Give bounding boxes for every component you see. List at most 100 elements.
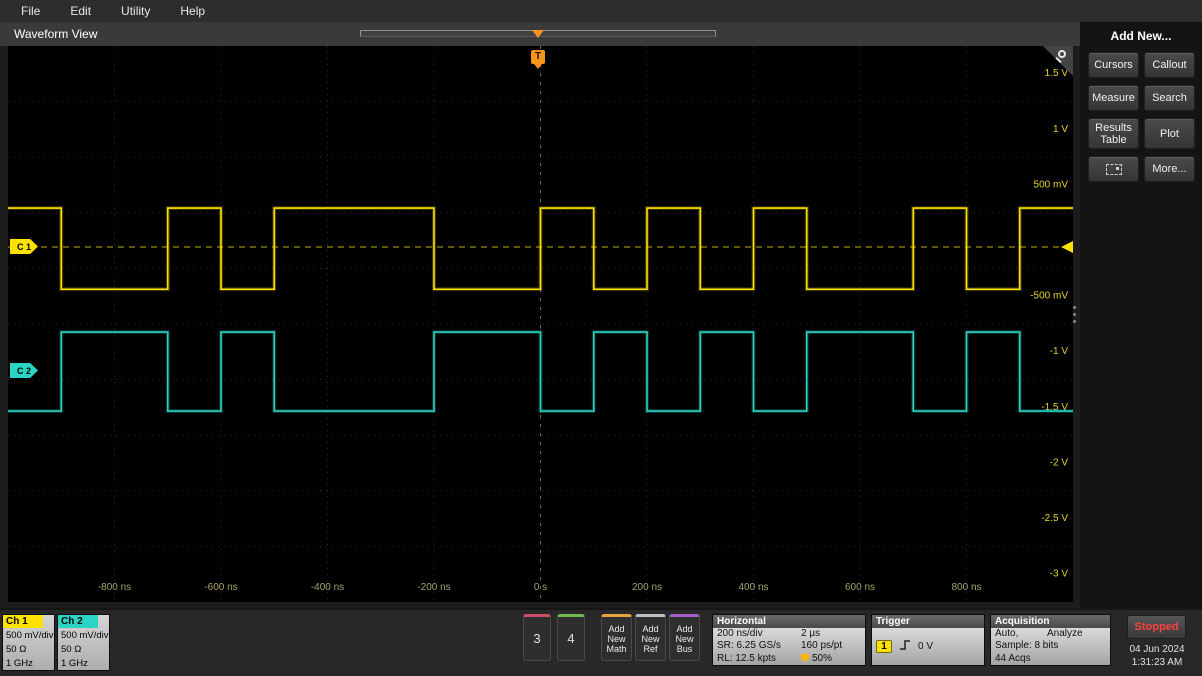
add-new-math-line: New xyxy=(607,634,625,644)
svg-text:0 s: 0 s xyxy=(534,582,547,593)
ch2-bandwidth: 1 GHz xyxy=(61,657,109,671)
svg-text:-200 ns: -200 ns xyxy=(417,582,450,593)
resolution: 160 ps/pt xyxy=(801,640,842,652)
ch2-badge-title: Ch 2 xyxy=(58,615,98,628)
measure-button[interactable]: Measure xyxy=(1088,85,1139,111)
cursors-button[interactable]: Cursors xyxy=(1088,52,1139,78)
trigger-flag[interactable]: T xyxy=(531,50,545,64)
magnifier-icon xyxy=(1058,50,1066,58)
acquisition-analyze: Analyze xyxy=(1047,628,1083,640)
svg-text:600 ns: 600 ns xyxy=(845,582,875,593)
datetime: 04 Jun 2024 1:31:23 AM xyxy=(1117,643,1197,669)
acquisition-count: 44 Acqs xyxy=(995,653,1031,665)
acquisition-badge[interactable]: Acquisition Auto, Analyze Sample: 8 bits… xyxy=(990,614,1111,666)
add-new-math-line: Math xyxy=(606,644,626,654)
svg-text:400 ns: 400 ns xyxy=(738,582,768,593)
waveform-view-titlebar: Waveform View xyxy=(0,22,1080,46)
main-content: Waveform View 1.5 V1 V500 mV-500 mV-1 V-… xyxy=(0,22,1202,608)
rising-edge-icon xyxy=(898,638,912,655)
svg-text:-2 V: -2 V xyxy=(1050,457,1069,468)
add-new-bus-line: Add xyxy=(676,624,692,634)
horizontal-position: 50% xyxy=(801,653,832,665)
svg-text:-800 ns: -800 ns xyxy=(98,582,131,593)
horizontal-scale: 200 ns/div xyxy=(717,628,801,640)
svg-text:-3 V: -3 V xyxy=(1050,569,1069,580)
waveform-view-pane: Waveform View 1.5 V1 V500 mV-500 mV-1 V-… xyxy=(0,22,1080,608)
position-value: 50% xyxy=(812,653,832,664)
more-button[interactable]: More... xyxy=(1144,156,1195,182)
panel-splitter-handle[interactable] xyxy=(1073,302,1078,327)
svg-text:-1 V: -1 V xyxy=(1050,346,1069,357)
oscilloscope-app: File Edit Utility Help Waveform View 1.5… xyxy=(0,0,1202,676)
svg-text:-2.5 V: -2.5 V xyxy=(1041,513,1068,524)
ch2-impedance: 50 Ω xyxy=(61,643,109,657)
add-new-ref-line: Add xyxy=(642,624,658,634)
trigger-source-chip: 1 xyxy=(876,640,892,653)
ch1-badge[interactable]: Ch 1 500 mV/div 50 Ω 1 GHz xyxy=(2,614,55,671)
svg-text:-600 ns: -600 ns xyxy=(204,582,237,593)
sample-rate: SR: 6.25 GS/s xyxy=(717,640,801,652)
add-new-bus-line: New xyxy=(675,634,693,644)
svg-text:500 mV: 500 mV xyxy=(1034,179,1069,190)
search-button[interactable]: Search xyxy=(1144,85,1195,111)
svg-text:800 ns: 800 ns xyxy=(951,582,981,593)
add-new-ref-button[interactable]: Add New Ref xyxy=(635,614,666,661)
run-stop-status-button[interactable]: Stopped xyxy=(1127,615,1186,639)
add-new-bus-line: Bus xyxy=(677,644,693,654)
plot-button[interactable]: Plot xyxy=(1144,118,1195,149)
add-new-panel: Add New... Cursors Callout Measure Searc… xyxy=(1080,22,1202,608)
add-new-math-line: Add xyxy=(608,624,624,634)
svg-text:200 ns: 200 ns xyxy=(632,582,662,593)
visual-trigger-button[interactable] xyxy=(1088,156,1139,182)
horizontal-window: 2 µs xyxy=(801,628,820,640)
ch2-badge[interactable]: Ch 2 500 mV/div 50 Ω 1 GHz xyxy=(57,614,110,671)
dashed-region-icon xyxy=(1106,164,1122,175)
horizontal-badge[interactable]: Horizontal 200 ns/div 2 µs SR: 6.25 GS/s… xyxy=(712,614,866,666)
ch3-button[interactable]: 3 xyxy=(523,614,551,661)
trigger-level: 0 V xyxy=(918,641,933,652)
acquisition-mode: Auto, xyxy=(995,628,1047,640)
menu-edit[interactable]: Edit xyxy=(55,0,106,22)
horizontal-title: Horizontal xyxy=(713,615,865,628)
trigger-level-arrow[interactable] xyxy=(1061,241,1073,253)
trigger-title: Trigger xyxy=(872,615,984,628)
waveform-view-title: Waveform View xyxy=(0,22,97,46)
trigger-body: 1 0 V xyxy=(872,628,984,665)
waveform-display[interactable]: 1.5 V1 V500 mV-500 mV-1 V-1.5 V-2 V-2.5 … xyxy=(8,46,1073,602)
svg-text:1 V: 1 V xyxy=(1053,124,1068,135)
horizontal-body: 200 ns/div 2 µs SR: 6.25 GS/s 160 ps/pt … xyxy=(713,628,865,665)
results-table-button[interactable]: Results Table xyxy=(1088,118,1139,149)
add-new-math-button[interactable]: Add New Math xyxy=(601,614,632,661)
acquisition-sample: Sample: 8 bits xyxy=(995,640,1058,652)
menu-file[interactable]: File xyxy=(6,0,55,22)
acquisition-title: Acquisition xyxy=(991,615,1110,628)
zoom-corner-button[interactable] xyxy=(1043,46,1073,76)
add-new-ref-line: Ref xyxy=(643,644,657,654)
menu-help[interactable]: Help xyxy=(165,0,220,22)
callout-button[interactable]: Callout xyxy=(1144,52,1195,78)
settings-bar: Ch 1 500 mV/div 50 Ω 1 GHz Ch 2 500 mV/d… xyxy=(0,608,1202,676)
record-length: RL: 12.5 kpts xyxy=(717,653,801,665)
ch1-scale: 500 mV/div xyxy=(6,629,54,643)
ch1-badge-body: 500 mV/div 50 Ω 1 GHz xyxy=(3,628,54,670)
add-new-button-grid: Cursors Callout Measure Search Results T… xyxy=(1080,43,1202,182)
menu-utility[interactable]: Utility xyxy=(106,0,165,22)
scope-canvas[interactable]: 1.5 V1 V500 mV-500 mV-1 V-1.5 V-2 V-2.5 … xyxy=(8,46,1073,602)
add-new-ref-line: New xyxy=(641,634,659,644)
ch1-badge-title: Ch 1 xyxy=(3,615,43,628)
ch4-button[interactable]: 4 xyxy=(557,614,585,661)
acquisition-body: Auto, Analyze Sample: 8 bits 44 Acqs xyxy=(991,628,1110,665)
ch2-scale: 500 mV/div xyxy=(61,629,109,643)
svg-text:-400 ns: -400 ns xyxy=(311,582,344,593)
position-indicator-icon xyxy=(801,654,809,662)
ch2-badge-body: 500 mV/div 50 Ω 1 GHz xyxy=(58,628,109,670)
svg-text:-500 mV: -500 mV xyxy=(1030,291,1068,302)
add-new-bus-button[interactable]: Add New Bus xyxy=(669,614,700,661)
time-text: 1:31:23 AM xyxy=(1117,656,1197,669)
date-text: 04 Jun 2024 xyxy=(1117,643,1197,656)
menubar: File Edit Utility Help xyxy=(0,0,1202,22)
trigger-position-marker-icon[interactable] xyxy=(532,30,544,38)
ch1-impedance: 50 Ω xyxy=(6,643,54,657)
trigger-badge[interactable]: Trigger 1 0 V xyxy=(871,614,985,666)
ch1-bandwidth: 1 GHz xyxy=(6,657,54,671)
